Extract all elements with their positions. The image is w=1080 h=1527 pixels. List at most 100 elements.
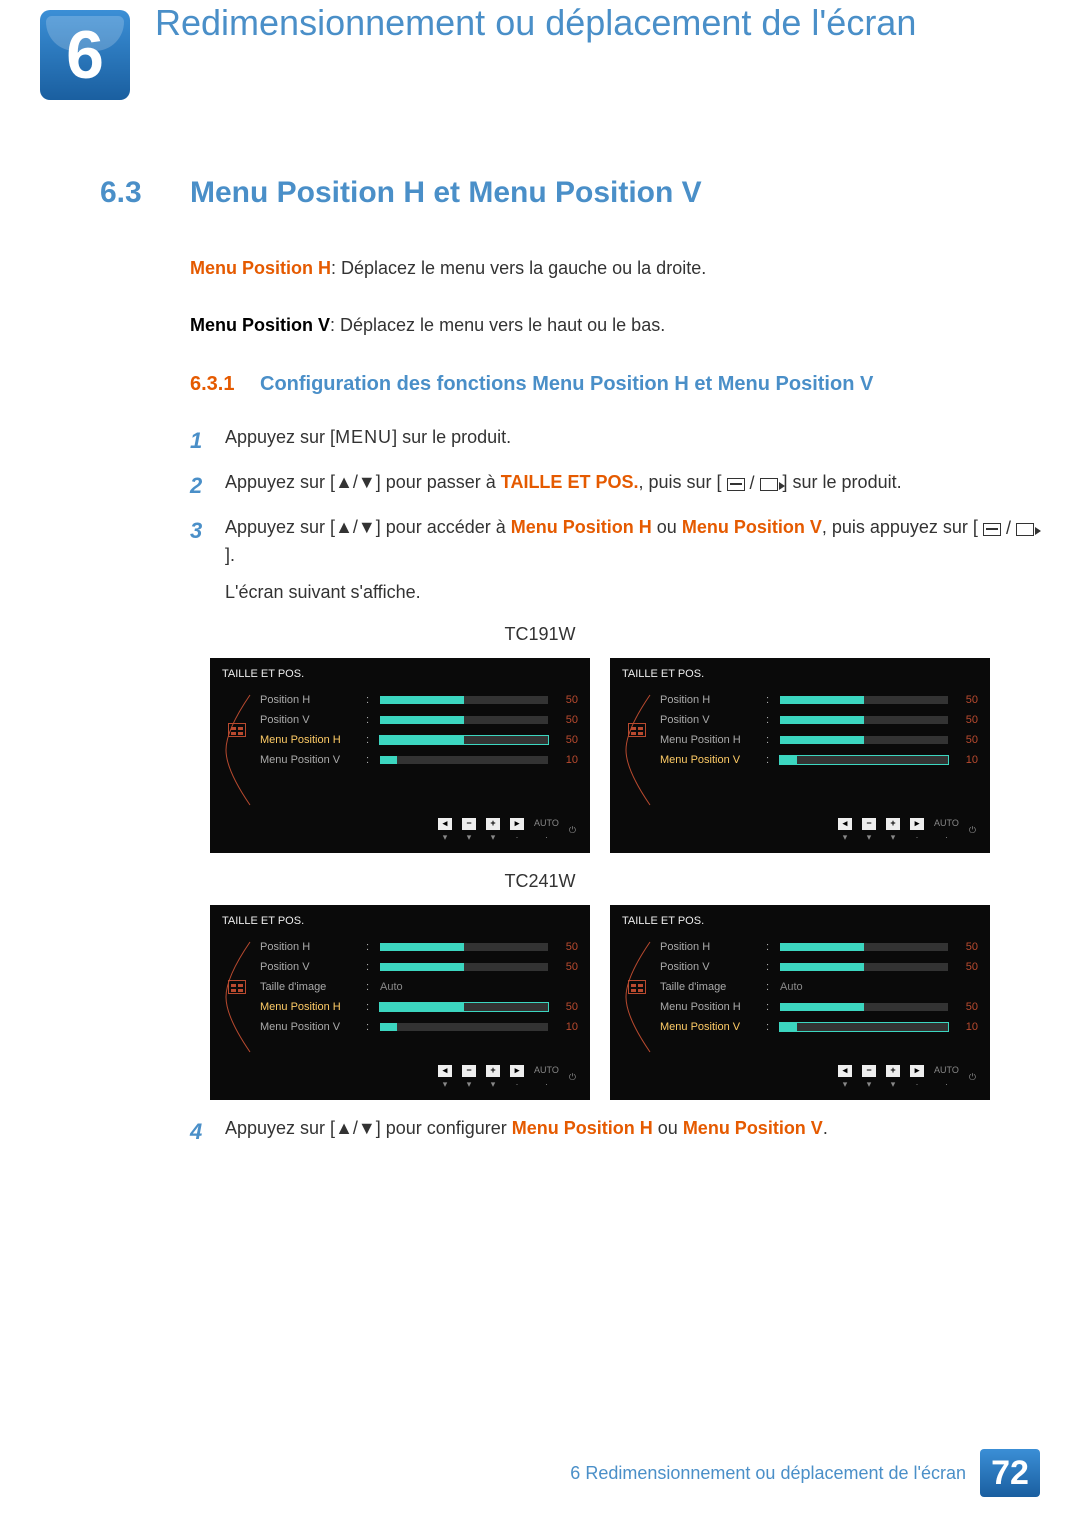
osd-row-value: 10 [554, 752, 578, 769]
osd-row-label: Menu Position V [660, 1019, 760, 1036]
nav-minus-icon: − [462, 818, 476, 830]
page-footer: 6 Redimensionnement ou déplacement de l'… [40, 1449, 1040, 1497]
osd-row-value: 50 [954, 939, 978, 956]
osd-row-value: 50 [554, 692, 578, 709]
arrow-keys-icon: ▲/▼ [335, 1118, 376, 1138]
nav-auto-label: AUTO [934, 1064, 959, 1078]
osd-row-value: 50 [554, 732, 578, 749]
osd-accent [222, 690, 252, 770]
intro-h: Menu Position H: Déplacez le menu vers l… [190, 255, 1040, 282]
nav-target: TAILLE ET POS. [501, 472, 639, 492]
nav-power-icon: ⏻ [969, 1071, 976, 1085]
osd-row-label: Position V [260, 959, 360, 976]
nav-plus-icon: + [886, 1065, 900, 1077]
nav-plus-icon: + [486, 818, 500, 830]
osd-row-value: 50 [954, 692, 978, 709]
intro-v-label: Menu Position V [190, 315, 330, 335]
nav-power-icon: ⏻ [569, 824, 576, 838]
source-icon: / [727, 470, 778, 497]
osd-row-mpv: Menu Position V : 10 [260, 1017, 578, 1037]
osd-panel: TAILLE ET POS. Position H : 50 Position … [610, 905, 990, 1100]
osd-row-value: 50 [554, 999, 578, 1016]
intro-h-desc: : Déplacez le menu vers la gauche ou la … [331, 258, 706, 278]
nav-left-icon: ◂ [438, 818, 452, 830]
osd-row-label: Position H [660, 939, 760, 956]
osd-row-bar [380, 696, 548, 704]
osd-row-label: Menu Position V [260, 752, 360, 769]
nav-minus-icon: − [462, 1065, 476, 1077]
osd-row-value: 50 [554, 712, 578, 729]
subsection-title: Configuration des fonctions Menu Positio… [260, 369, 873, 399]
osd-row-value: 10 [954, 1019, 978, 1036]
osd-row-label: Menu Position V [660, 752, 760, 769]
osd-lines: Position H : 50 Position V : 50 Taille d… [252, 937, 578, 1037]
nav-right-icon: ▸ [510, 1065, 524, 1077]
steps-list-cont: 4 Appuyez sur [▲/▼] pour configurer Menu… [190, 1115, 1040, 1148]
osd-nav: ◂▾ −▾ +▾ ▸· AUTO· ⏻ [438, 1064, 576, 1092]
osd-row-mpv: Menu Position V : 10 [660, 1017, 978, 1037]
osd-row-value: 10 [954, 752, 978, 769]
nav-left-icon: ◂ [838, 818, 852, 830]
subsection-number: 6.3.1 [190, 369, 260, 399]
step-number: 2 [190, 469, 225, 502]
osd-category-icon [228, 723, 246, 737]
osd-row-bar [380, 963, 548, 971]
osd-nav: ◂▾ −▾ +▾ ▸· AUTO· ⏻ [438, 817, 576, 845]
osd-row-bar [380, 716, 548, 724]
nav-power-icon: ⏻ [969, 824, 976, 838]
footer-chapter-num: 6 [570, 1460, 580, 1487]
osd-row-value: 50 [954, 999, 978, 1016]
osd-row-value: 10 [554, 1019, 578, 1036]
osd-row-ph: Position H : 50 [660, 937, 978, 957]
osd-lines: Position H : 50 Position V : 50 Taille d… [652, 937, 978, 1037]
osd-nav: ◂▾ −▾ +▾ ▸· AUTO· ⏻ [838, 1064, 976, 1092]
osd-row-value: 50 [954, 712, 978, 729]
osd-row-tc191w: TAILLE ET POS. Position H : 50 Position … [210, 658, 990, 853]
osd-title: TAILLE ET POS. [222, 666, 578, 683]
osd-row-bar [780, 943, 948, 951]
osd-row-pv: Position V : 50 [660, 710, 978, 730]
osd-row-value: 50 [554, 959, 578, 976]
osd-row-value: Auto [780, 979, 948, 996]
osd-row-label: Menu Position H [260, 999, 360, 1016]
osd-row-value: Auto [380, 979, 548, 996]
osd-row-bar [780, 696, 948, 704]
step-text: Appuyez sur [▲/▼] pour configurer Menu P… [225, 1115, 1040, 1148]
nav-auto-label: AUTO [534, 817, 559, 831]
osd-row-bar [380, 1003, 548, 1011]
nav-right-icon: ▸ [510, 818, 524, 830]
osd-category-icon [628, 723, 646, 737]
osd-row-bar [780, 736, 948, 744]
nav-minus-icon: − [862, 1065, 876, 1077]
step-1: 1 Appuyez sur [MENU] sur le produit. [190, 424, 1040, 457]
nav-plus-icon: + [486, 1065, 500, 1077]
nav-right-icon: ▸ [910, 1065, 924, 1077]
osd-row-label: Position H [260, 939, 360, 956]
section-title: Menu Position H et Menu Position V [190, 170, 702, 215]
osd-nav: ◂▾ −▾ +▾ ▸· AUTO· ⏻ [838, 817, 976, 845]
osd-row-bar [380, 943, 548, 951]
osd-accent [622, 690, 652, 770]
arrow-keys-icon: ▲/▼ [335, 472, 376, 492]
step-2: 2 Appuyez sur [▲/▼] pour passer à TAILLE… [190, 469, 1040, 502]
osd-row-label: Position V [660, 712, 760, 729]
osd-row-mph: Menu Position H : 50 [260, 997, 578, 1017]
osd-category-icon [228, 980, 246, 994]
osd-accent [222, 937, 252, 1037]
nav-auto-label: AUTO [934, 817, 959, 831]
page-number: 72 [980, 1449, 1040, 1497]
osd-row-bar [380, 736, 548, 744]
osd-lines: Position H : 50 Position V : 50 Menu Pos… [252, 690, 578, 770]
arrow-keys-icon: ▲/▼ [335, 517, 376, 537]
section-heading: 6.3 Menu Position H et Menu Position V [100, 170, 1040, 215]
subsection-heading: 6.3.1 Configuration des fonctions Menu P… [190, 369, 1040, 399]
chapter-title: Redimensionnement ou déplacement de l'éc… [155, 0, 916, 45]
source-icon: / [983, 515, 1034, 542]
nav-left-icon: ◂ [438, 1065, 452, 1077]
osd-row-mpv: Menu Position V : 10 [660, 750, 978, 770]
osd-row-bar [780, 716, 948, 724]
osd-panel: TAILLE ET POS. Position H : 50 Position … [210, 658, 590, 853]
osd-row-bar [780, 1003, 948, 1011]
nav-left-icon: ◂ [838, 1065, 852, 1077]
osd-category-icon [628, 980, 646, 994]
